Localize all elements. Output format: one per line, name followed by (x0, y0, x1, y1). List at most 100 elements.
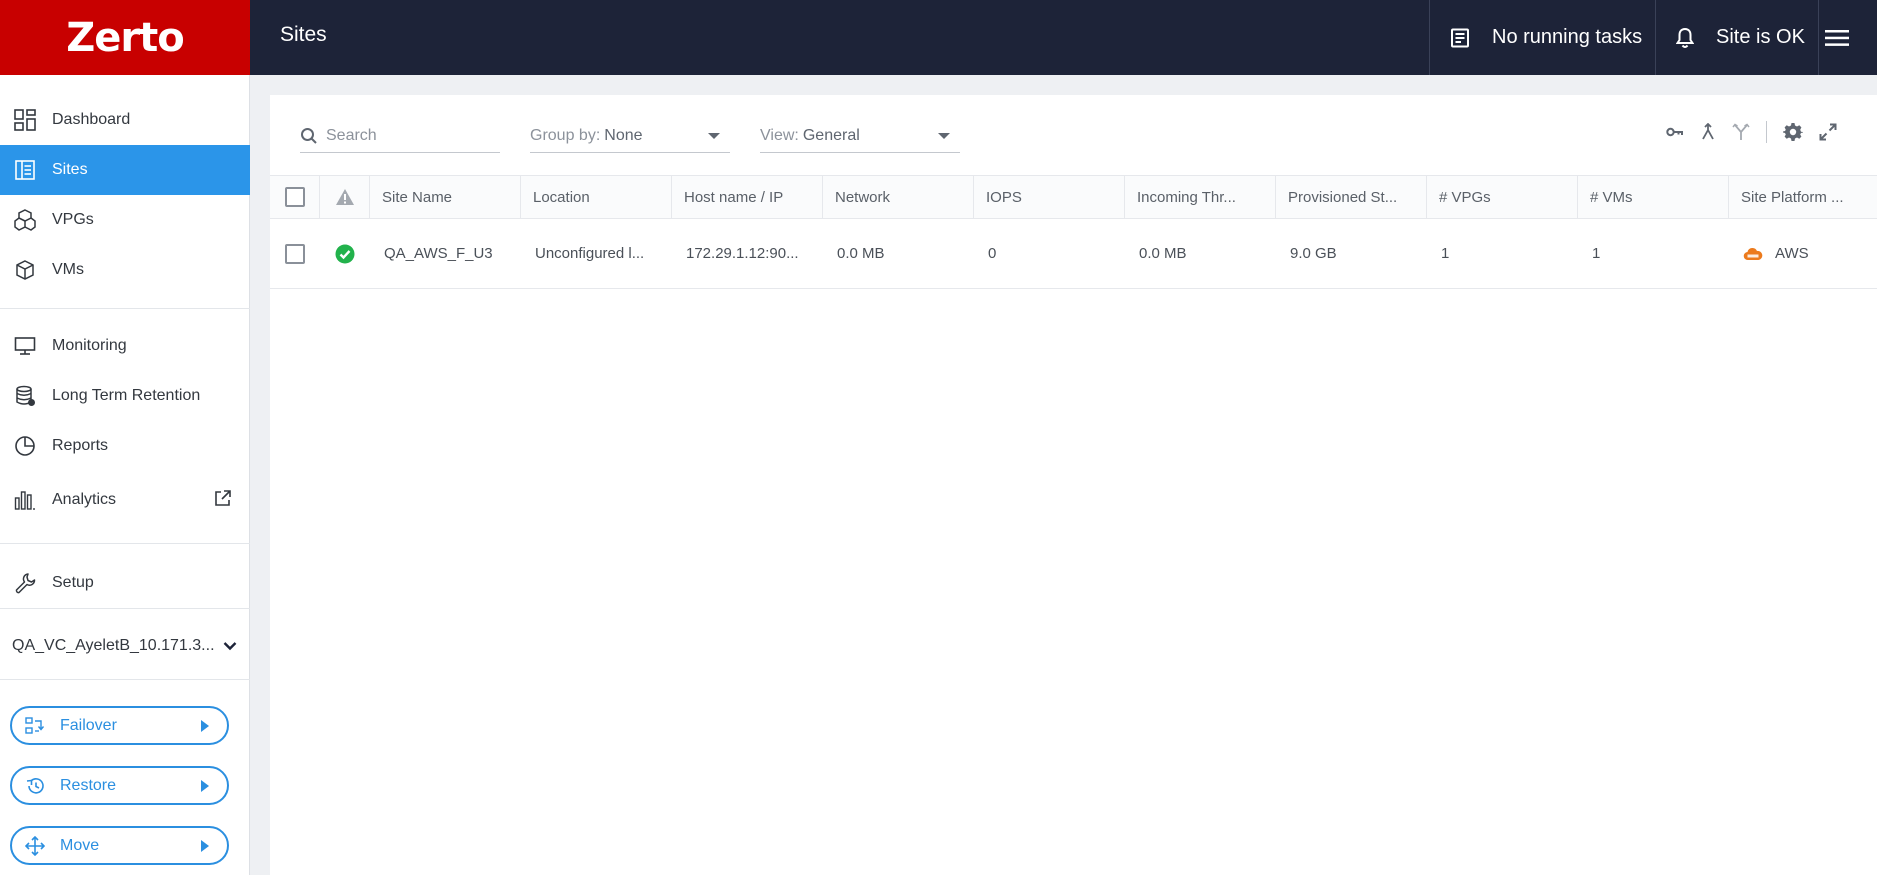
incoming-value: 0.0 MB (1139, 245, 1187, 262)
select-all-checkbox[interactable] (284, 187, 305, 207)
view-dropdown[interactable]: View: General (760, 119, 960, 153)
sidebar-item-label: Reports (52, 437, 109, 454)
sidebar: Dashboard Sites VPGs VMs Monitoring Long… (0, 75, 250, 875)
monitor-icon (12, 333, 38, 359)
sidebar-item-long-term-retention[interactable]: Long Term Retention (0, 371, 250, 421)
aws-cloud-icon (1743, 247, 1763, 260)
pie-chart-icon (12, 433, 38, 459)
sidebar-item-vpgs[interactable]: VPGs (0, 195, 250, 245)
group-by-dropdown[interactable]: Group by: None (530, 119, 730, 153)
iops-cell: 0 (974, 219, 1125, 288)
bell-icon (1676, 27, 1694, 48)
select-all-cell (270, 176, 320, 218)
table-toolbar (1666, 121, 1837, 143)
column-header-site-name[interactable]: Site Name (370, 176, 521, 218)
column-header-label: Host name / IP (684, 188, 784, 206)
sidebar-item-dashboard[interactable]: Dashboard (0, 95, 250, 145)
failover-label: Failover (60, 716, 117, 734)
move-label: Move (60, 836, 100, 854)
provisioned-cell: 9.0 GB (1276, 219, 1427, 288)
platform-value: AWS (1775, 245, 1809, 262)
sidebar-item-label: Long Term Retention (52, 387, 201, 404)
failover-icon (24, 716, 46, 735)
status-ok-icon (335, 244, 355, 263)
sidebar-item-vms[interactable]: VMs (0, 245, 250, 295)
site-name-cell[interactable]: QA_AWS_F_U3 (370, 219, 521, 288)
sidebar-item-sites[interactable]: Sites (0, 145, 250, 195)
column-header-vpgs[interactable]: # VPGs (1427, 176, 1578, 218)
wrench-icon (12, 570, 38, 596)
sidebar-item-label: Dashboard (52, 111, 131, 128)
sidebar-item-label: Sites (52, 161, 88, 178)
vpgs-cell: 1 (1427, 219, 1578, 288)
main-menu-button[interactable] (1818, 0, 1877, 75)
external-link-icon[interactable] (214, 489, 232, 512)
network-value: 0.0 MB (837, 245, 885, 262)
column-header-label: Provisioned St... (1288, 188, 1398, 206)
restore-button[interactable]: Restore (10, 766, 229, 805)
bar-chart-icon (12, 487, 38, 513)
gear-icon[interactable] (1783, 122, 1803, 142)
sidebar-item-monitoring[interactable]: Monitoring (0, 321, 250, 371)
play-arrow-icon (201, 720, 209, 732)
network-cell: 0.0 MB (823, 219, 974, 288)
column-header-label: # VPGs (1439, 188, 1491, 206)
column-header-host[interactable]: Host name / IP (672, 176, 823, 218)
group-by-label: Group by: (530, 126, 601, 144)
column-header-site-platform[interactable]: Site Platform ... (1729, 176, 1877, 218)
caret-down-icon (708, 133, 720, 139)
vpgs-icon (12, 207, 38, 233)
column-header-location[interactable]: Location (521, 176, 672, 218)
move-button[interactable]: Move (10, 826, 229, 865)
tasks-label: No running tasks (1492, 26, 1643, 48)
location-cell: Unconfigured l... (521, 219, 672, 288)
site-status-label: Site is OK (1716, 26, 1805, 48)
warning-icon (335, 189, 354, 205)
table-row[interactable]: QA_AWS_F_U3 Unconfigured l... 172.29.1.1… (270, 219, 1877, 289)
tasks-icon (1451, 28, 1469, 47)
zerto-logo[interactable]: Zerto (0, 0, 250, 75)
sidebar-divider (0, 679, 250, 680)
vpgs-value: 1 (1441, 245, 1450, 262)
database-icon (12, 383, 38, 409)
sidebar-item-setup[interactable]: Setup (0, 558, 250, 608)
expand-icon[interactable] (1819, 123, 1837, 141)
group-by-value: None (604, 126, 643, 144)
search-box[interactable] (300, 119, 500, 153)
host-cell: 172.29.1.12:90... (672, 219, 823, 288)
column-header-iops[interactable]: IOPS (974, 176, 1125, 218)
dashboard-icon (12, 107, 38, 133)
column-header-vms[interactable]: # VMs (1578, 176, 1729, 218)
vms-icon (12, 257, 38, 283)
sidebar-item-analytics[interactable]: Analytics (0, 475, 250, 525)
running-tasks-button[interactable]: No running tasks (1429, 0, 1655, 75)
row-checkbox[interactable] (285, 243, 305, 264)
column-header-incoming-throughput[interactable]: Incoming Thr... (1125, 176, 1276, 218)
key-icon[interactable] (1666, 126, 1684, 138)
site-selector[interactable]: QA_VC_AyeletB_10.171.3... (12, 628, 237, 664)
column-header-label: Site Name (382, 188, 453, 206)
column-header-provisioned-storage[interactable]: Provisioned St... (1276, 176, 1427, 218)
column-header-network[interactable]: Network (823, 176, 974, 218)
site-status-button[interactable]: Site is OK (1655, 0, 1818, 75)
sites-panel: Group by: None View: General Site Name L… (270, 95, 1877, 875)
play-arrow-icon (201, 840, 209, 852)
sidebar-item-reports[interactable]: Reports (0, 421, 250, 471)
split-icon[interactable] (1732, 123, 1750, 141)
vms-value: 1 (1592, 245, 1601, 262)
provisioned-value: 9.0 GB (1290, 245, 1337, 262)
caret-down-icon (938, 133, 950, 139)
search-icon (301, 127, 317, 144)
row-select-cell (270, 219, 320, 288)
merge-icon[interactable] (1700, 123, 1716, 141)
host-value: 172.29.1.12:90... (686, 245, 799, 262)
restore-icon (24, 777, 46, 795)
search-input[interactable] (326, 126, 486, 145)
page-title: Sites (280, 23, 327, 46)
alert-column-header[interactable] (320, 176, 370, 218)
toolbar-divider (1766, 121, 1767, 143)
site-name-value: QA_AWS_F_U3 (384, 245, 493, 262)
sidebar-item-label: Setup (52, 574, 94, 591)
failover-button[interactable]: Failover (10, 706, 229, 745)
table-header: Site Name Location Host name / IP Networ… (270, 175, 1877, 219)
